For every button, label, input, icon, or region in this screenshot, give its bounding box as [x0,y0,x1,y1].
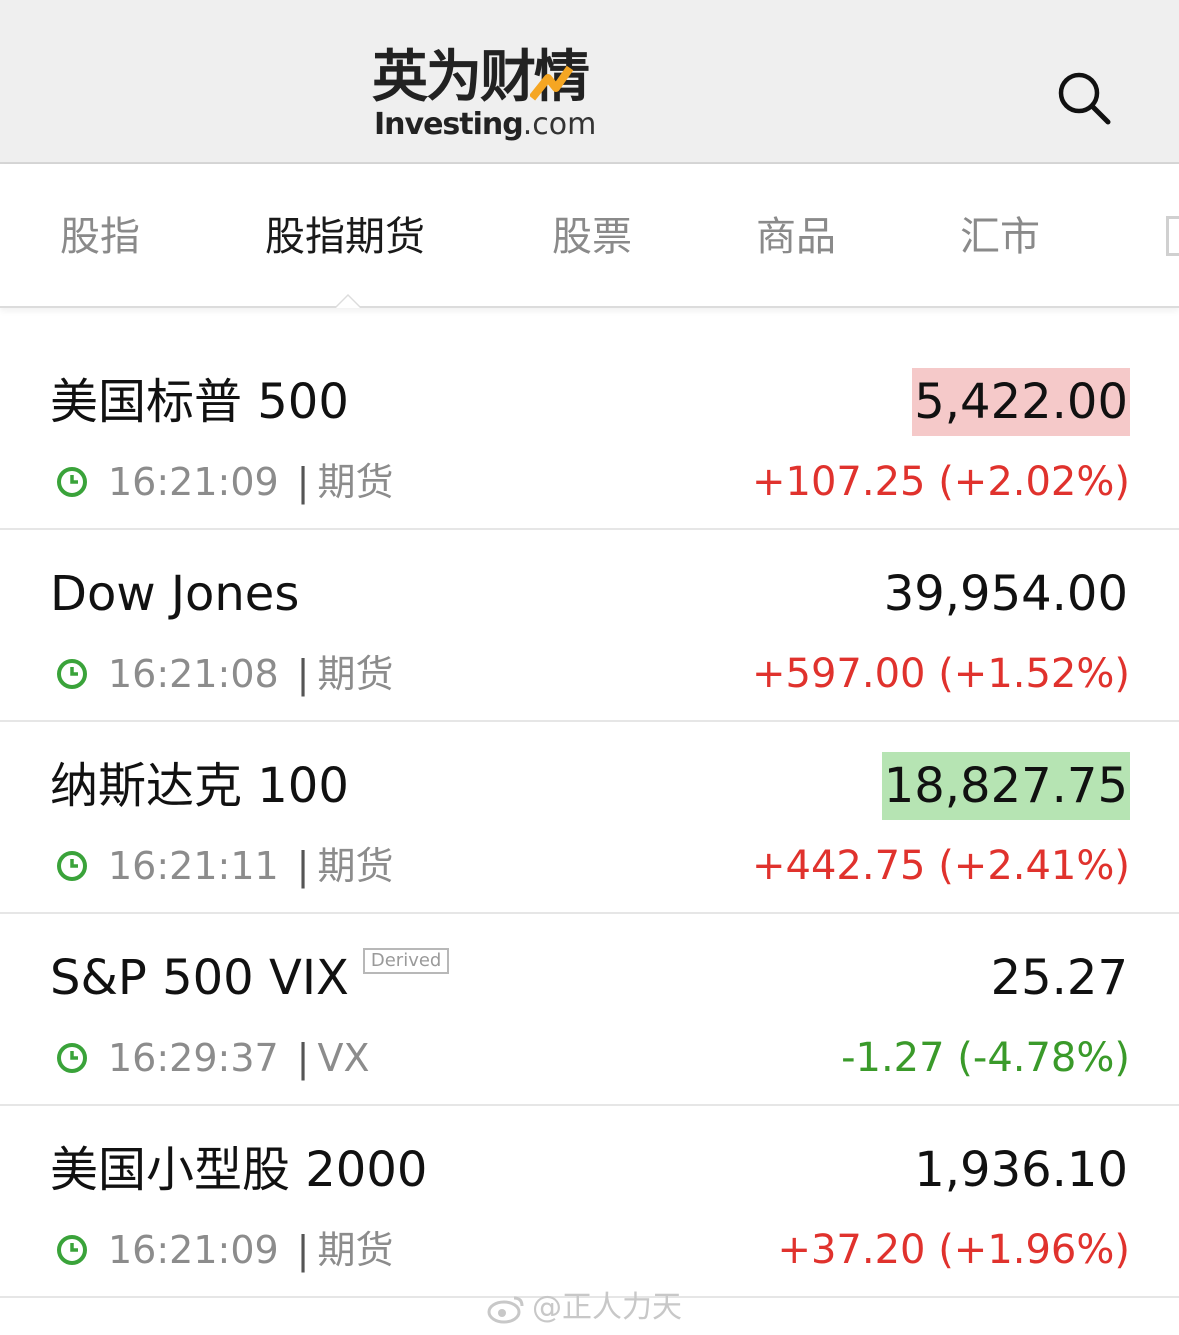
quote-time: 16:21:09 [108,1228,279,1272]
quote-meta: 16:29:37 | VX [56,1036,370,1080]
quote-row-sp500-vix[interactable]: S&P 500 VIX Derived 16:29:37 | VX 25.27 -1.… [0,912,1179,1106]
watermark-text: @正人力天 [532,1290,682,1325]
meta-separator: | [296,1036,310,1080]
instrument-type: 期货 [317,1228,394,1272]
instrument-type: 期货 [317,460,394,504]
logo-arrow-mark [530,65,574,101]
clock-icon [57,850,87,881]
quote-meta: 16:21:09 | 期货 [56,1228,394,1272]
clock-icon [57,1234,87,1265]
instrument-name: S&P 500 VIX Derived [50,948,450,1006]
tab-commodities[interactable]: 商品 [756,164,836,306]
tab-indices[interactable]: 股指 [60,164,140,306]
quote-row-dow-jones[interactable]: Dow Jones 16:21:08 | 期货 39,954.00 +597.00 … [0,528,1179,722]
instrument-name: 美国小型股 2000 [50,1142,428,1198]
last-price: 39,954.00 [883,566,1128,622]
tab-index-futures[interactable]: 股指期货 [265,164,425,306]
derived-badge: Derived [362,948,450,974]
instrument-type: 期货 [317,844,394,888]
price-change: +107.25 (+2.02%) [752,459,1130,505]
meta-separator: | [296,460,310,504]
quote-time: 16:21:08 [108,652,279,696]
quote-row-nasdaq100[interactable]: 纳斯达克 100 16:21:11 | 期货 18,827.75 +442.75 (… [0,720,1179,914]
quote-meta: 16:21:11 | 期货 [56,844,394,888]
active-tab-pointer [334,294,362,308]
instrument-name: 纳斯达克 100 [50,758,349,814]
logo-english-text: Investing.com [374,108,596,142]
investing-logo[interactable]: 英为财情 Investing.com [372,46,632,146]
meta-separator: | [296,844,310,888]
quote-time: 16:21:09 [108,460,279,504]
quote-row-small-cap-2000[interactable]: 美国小型股 2000 16:21:09 | 期货 1,936.10 +37.20 (… [0,1104,1179,1298]
quote-meta: 16:21:08 | 期货 [56,652,394,696]
price-change: +442.75 (+2.41%) [752,843,1130,889]
tab-forex[interactable]: 汇市 [960,164,1040,306]
instrument-name: Dow Jones [50,566,300,622]
quote-time: 16:21:11 [108,844,279,888]
last-price: 18,827.75 [881,752,1130,820]
instrument-name: 美国标普 500 [50,374,349,430]
instrument-type: 期货 [317,652,394,696]
clock-icon [57,466,87,497]
quote-meta: 16:21:09 | 期货 [56,460,394,504]
clock-icon [57,658,87,689]
search-icon [1058,72,1111,125]
last-price: 5,422.00 [912,368,1130,436]
quote-time: 16:29:37 [108,1036,279,1080]
last-price: 1,936.10 [914,1142,1128,1198]
instrument-type: VX [317,1036,370,1080]
search-button[interactable] [1056,70,1114,128]
instrument-name-text: S&P 500 VIX [50,950,349,1006]
tab-overflow-indicator [1166,216,1179,256]
last-price: 25.27 [990,950,1128,1006]
tab-stocks[interactable]: 股票 [552,164,632,306]
category-tabs: 股指 股指期货 股票 商品 汇市 [0,164,1179,308]
logo-domain: .com [522,107,597,142]
meta-separator: | [296,1228,310,1272]
logo-investing: Investing [374,107,524,142]
app-header: 英为财情 Investing.com [0,0,1179,164]
quote-row-sp500[interactable]: 美国标普 500 16:21:09 | 期货 5,422.00 +107.25 (+… [0,336,1179,530]
clock-icon [57,1042,87,1073]
price-change: -1.27 (-4.78%) [841,1035,1130,1081]
weibo-icon [487,1296,524,1323]
meta-separator: | [296,652,310,696]
price-change: +597.00 (+1.52%) [752,651,1130,697]
price-change: +37.20 (+1.96%) [777,1227,1130,1273]
weibo-watermark: @正人力天 [486,1288,682,1328]
